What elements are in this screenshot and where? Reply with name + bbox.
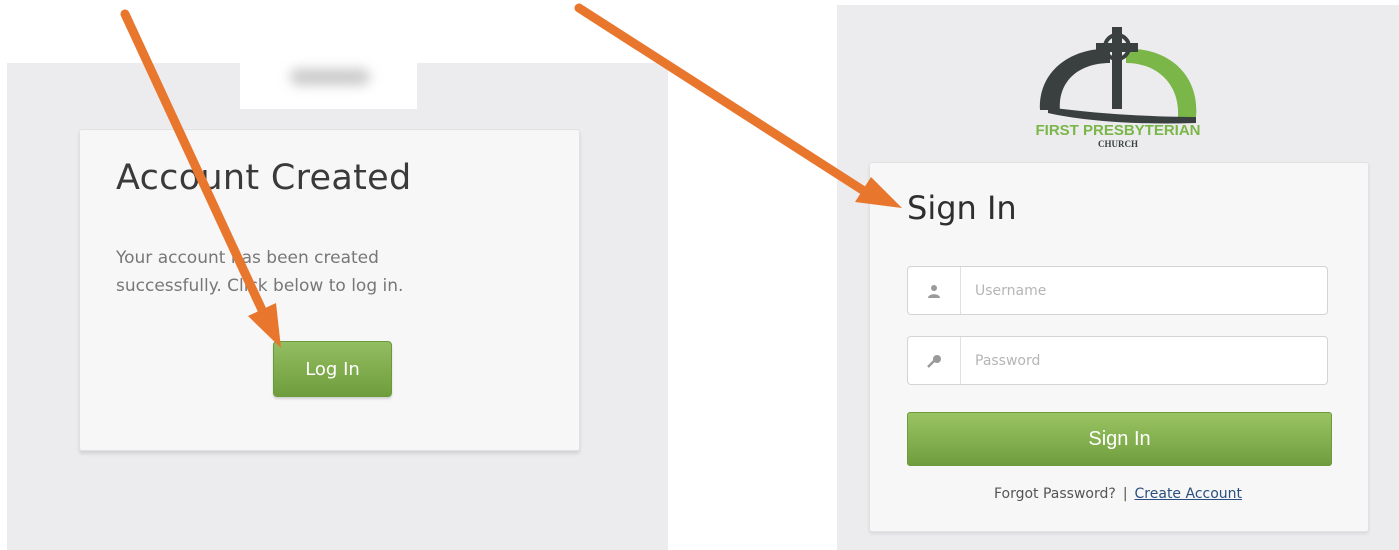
logo-dark-arc — [1039, 48, 1110, 110]
forgot-password-link[interactable]: Forgot Password? — [994, 486, 1116, 502]
sign-in-card: Sign In Sign In Forgot Password? | Create … — [869, 162, 1369, 532]
user-icon — [908, 267, 961, 314]
username-field[interactable] — [907, 266, 1328, 315]
logo-text: FIRST PRESBYTERIAN — [1035, 122, 1200, 139]
sign-in-button[interactable]: Sign In — [907, 412, 1332, 466]
key-icon — [908, 337, 961, 384]
church-logo: FIRST PRESBYTERIAN CHURCH — [1035, 27, 1201, 149]
create-account-link[interactable]: Create Account — [1135, 486, 1243, 502]
account-created-card: Account Created Your account has been cr… — [79, 129, 580, 451]
link-separator: | — [1122, 486, 1128, 502]
blurred-logo — [240, 63, 417, 109]
password-field[interactable] — [907, 336, 1328, 385]
account-links: Forgot Password? | Create Account — [870, 486, 1366, 502]
account-created-title: Account Created — [116, 158, 412, 198]
password-input[interactable] — [961, 336, 1327, 385]
username-input[interactable] — [961, 266, 1327, 315]
sign-in-title: Sign In — [907, 189, 1017, 227]
log-in-button[interactable]: Log In — [273, 341, 392, 397]
logo-subtext: CHURCH — [1098, 139, 1138, 149]
account-created-message: Your account has been created successful… — [116, 248, 404, 296]
logo-green-arc — [1126, 48, 1197, 117]
